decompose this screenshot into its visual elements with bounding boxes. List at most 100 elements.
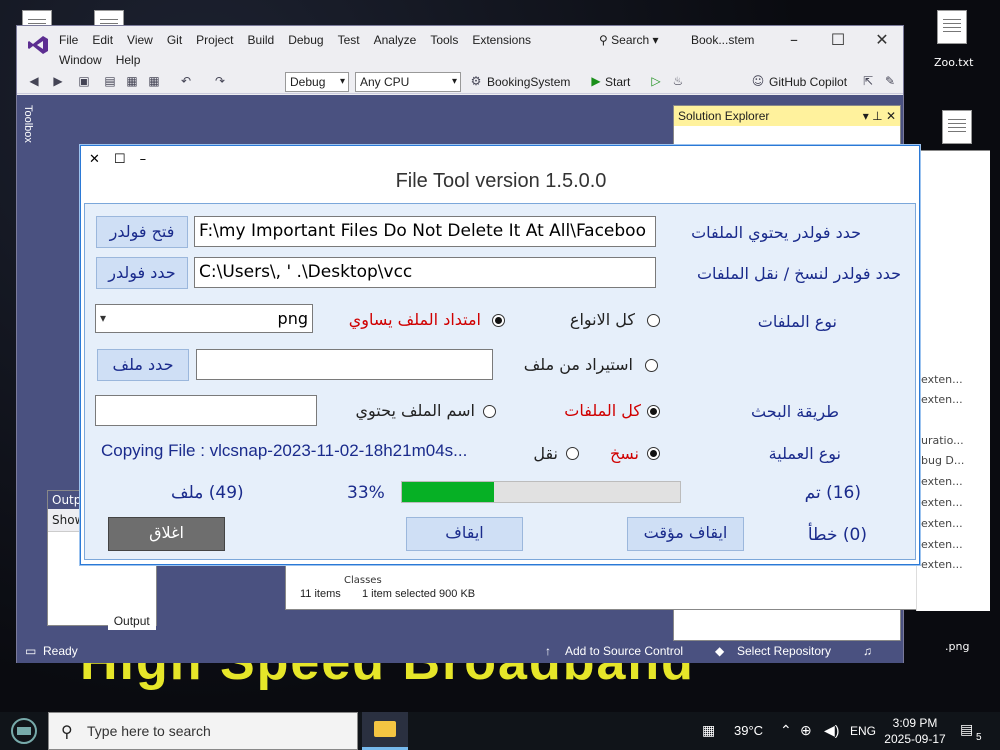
open-folder-button[interactable]: فتح فولدر <box>96 216 188 248</box>
chevron-down-icon: ▾ <box>652 33 659 47</box>
build-config-select[interactable]: Debug <box>285 72 349 92</box>
vs-search-button[interactable]: ⚲ Search ▾ <box>599 33 659 47</box>
explorer-row[interactable]: exten... <box>921 538 963 551</box>
all-types-label[interactable]: كل الانواع <box>570 310 635 329</box>
name-contains-input[interactable] <box>95 395 317 426</box>
select-file-button[interactable]: حدد ملف <box>97 349 189 381</box>
target-folder-input[interactable]: C:\Users\, ' .\Desktop\vcc <box>194 257 656 288</box>
explorer-row[interactable]: exten... <box>921 558 963 571</box>
maximize-icon[interactable]: ☐ <box>114 152 126 167</box>
start-without-debug-icon[interactable]: ▷ <box>649 74 663 88</box>
start-debug-button[interactable]: Start <box>605 75 630 89</box>
save-icon[interactable]: ▦ <box>125 74 139 88</box>
feedback-icon[interactable]: ✎ <box>883 74 897 88</box>
menu-extensions[interactable]: Extensions <box>472 30 539 50</box>
tab-error-list[interactable]: Error List <box>47 612 108 630</box>
input-language[interactable]: ENG <box>850 724 876 750</box>
temperature[interactable]: 39°C <box>734 723 763 750</box>
new-item-icon[interactable]: ▣ <box>77 74 91 88</box>
chevron-down-icon: ▾ <box>100 311 107 325</box>
taskbar-file-explorer[interactable] <box>362 712 408 750</box>
import-from-file-label[interactable]: استيراد من ملف <box>524 355 633 374</box>
vs-window-controls: – ☐ ✕ <box>781 30 895 49</box>
notification-center-icon[interactable]: ▤ <box>960 721 973 750</box>
menu-tools[interactable]: Tools <box>430 30 466 50</box>
menu-test[interactable]: Test <box>338 30 368 50</box>
all-types-radio[interactable] <box>647 314 660 327</box>
all-files-label[interactable]: كل الملفات <box>564 401 641 420</box>
close-icon[interactable]: ✕ <box>869 30 895 49</box>
name-contains-label[interactable]: اسم الملف يحتوي <box>356 401 476 420</box>
copy-label[interactable]: نسخ <box>610 444 639 463</box>
source-folder-input[interactable]: F:\my Important Files Do Not Delete It A… <box>194 216 656 247</box>
explorer-row[interactable]: exten... <box>921 517 963 530</box>
start-play-icon[interactable]: ▶ <box>589 74 603 88</box>
toolbox-strip[interactable]: Toolbox <box>17 95 39 641</box>
chevron-up-icon[interactable]: ⌃ <box>780 722 792 750</box>
menu-help[interactable]: Help <box>116 50 149 70</box>
select-repository-button[interactable]: Select Repository <box>737 644 831 658</box>
weather-icon[interactable]: ▦ <box>702 722 715 750</box>
close-button[interactable]: اغلاق <box>108 517 225 551</box>
select-folder-button[interactable]: حدد فولدر <box>96 257 188 289</box>
project-gear-icon[interactable]: ⚙ <box>469 74 483 88</box>
explorer-row[interactable]: exten... <box>921 475 963 488</box>
notification-bell-icon[interactable]: ♫ <box>863 644 872 658</box>
start-logo-icon[interactable] <box>6 716 42 746</box>
menu-window[interactable]: Window <box>59 50 110 70</box>
copy-radio[interactable] <box>647 447 660 460</box>
back-icon[interactable]: ◀ <box>27 74 41 88</box>
visual-studio-logo-icon[interactable] <box>27 34 49 56</box>
hot-reload-icon[interactable]: ♨ <box>671 74 685 88</box>
menu-edit[interactable]: Edit <box>92 30 121 50</box>
maximize-icon[interactable]: ☐ <box>825 30 851 49</box>
close-icon[interactable]: ✕ <box>89 152 100 167</box>
globe-icon[interactable]: ⊕ <box>800 722 812 750</box>
share-icon[interactable]: ⇱ <box>861 74 875 88</box>
startup-project-select[interactable]: BookingSystem <box>487 75 570 89</box>
volume-icon[interactable]: ◀) <box>824 722 839 750</box>
desktop-file-icon[interactable] <box>937 10 967 44</box>
explorer-row[interactable]: exten... <box>921 496 963 509</box>
minimize-icon[interactable]: – <box>140 152 147 167</box>
taskbar-clock[interactable]: 3:09 PM 2025-09-17 <box>882 715 948 750</box>
stop-button[interactable]: ايقاف <box>406 517 523 551</box>
menu-view[interactable]: View <box>127 30 161 50</box>
import-file-input[interactable] <box>196 349 493 380</box>
pause-button[interactable]: ايقاف مؤقت <box>627 517 744 551</box>
explorer-row[interactable]: exten... <box>921 393 963 406</box>
explorer-folder-label[interactable]: Classes <box>344 575 382 586</box>
name-contains-radio[interactable] <box>483 405 496 418</box>
panel-controls-icon[interactable]: ▾ ⊥ ✕ <box>863 106 896 126</box>
add-source-control-button[interactable]: Add to Source Control <box>565 644 683 658</box>
move-radio[interactable] <box>566 447 579 460</box>
save-all-icon[interactable]: ▦ <box>147 74 161 88</box>
redo-icon[interactable]: ↷ <box>213 74 227 88</box>
extension-select[interactable]: ▾ png <box>95 304 313 333</box>
explorer-selection-info: 1 item selected 900 KB <box>362 588 476 600</box>
platform-select[interactable]: Any CPU <box>355 72 461 92</box>
extension-equals-label[interactable]: امتداد الملف يساوي <box>349 310 481 329</box>
explorer-row[interactable]: exten... <box>921 373 963 386</box>
desktop-file-icon[interactable] <box>942 110 972 144</box>
forward-icon[interactable]: ▶ <box>51 74 65 88</box>
github-copilot-button[interactable]: GitHub Copilot <box>769 75 847 89</box>
menu-git[interactable]: Git <box>167 30 190 50</box>
minimize-icon[interactable]: – <box>781 30 807 49</box>
menu-analyze[interactable]: Analyze <box>374 30 425 50</box>
open-folder-icon[interactable]: ▤ <box>103 74 117 88</box>
all-files-radio[interactable] <box>647 405 660 418</box>
taskbar-search-box[interactable]: ⚲ Type here to search <box>48 712 358 750</box>
menu-debug[interactable]: Debug <box>288 30 331 50</box>
move-label[interactable]: نقل <box>533 444 558 463</box>
undo-icon[interactable]: ↶ <box>179 74 193 88</box>
menu-file[interactable]: File <box>59 30 86 50</box>
menu-project[interactable]: Project <box>196 30 241 50</box>
tab-output[interactable]: Output <box>107 612 156 630</box>
copilot-icon[interactable]: ☺ <box>751 74 765 88</box>
extension-equals-radio[interactable] <box>492 314 505 327</box>
import-from-file-radio[interactable] <box>645 359 658 372</box>
menu-build[interactable]: Build <box>248 30 283 50</box>
explorer-row[interactable]: bug D... <box>921 454 964 467</box>
explorer-row[interactable]: uratio... <box>921 434 964 447</box>
